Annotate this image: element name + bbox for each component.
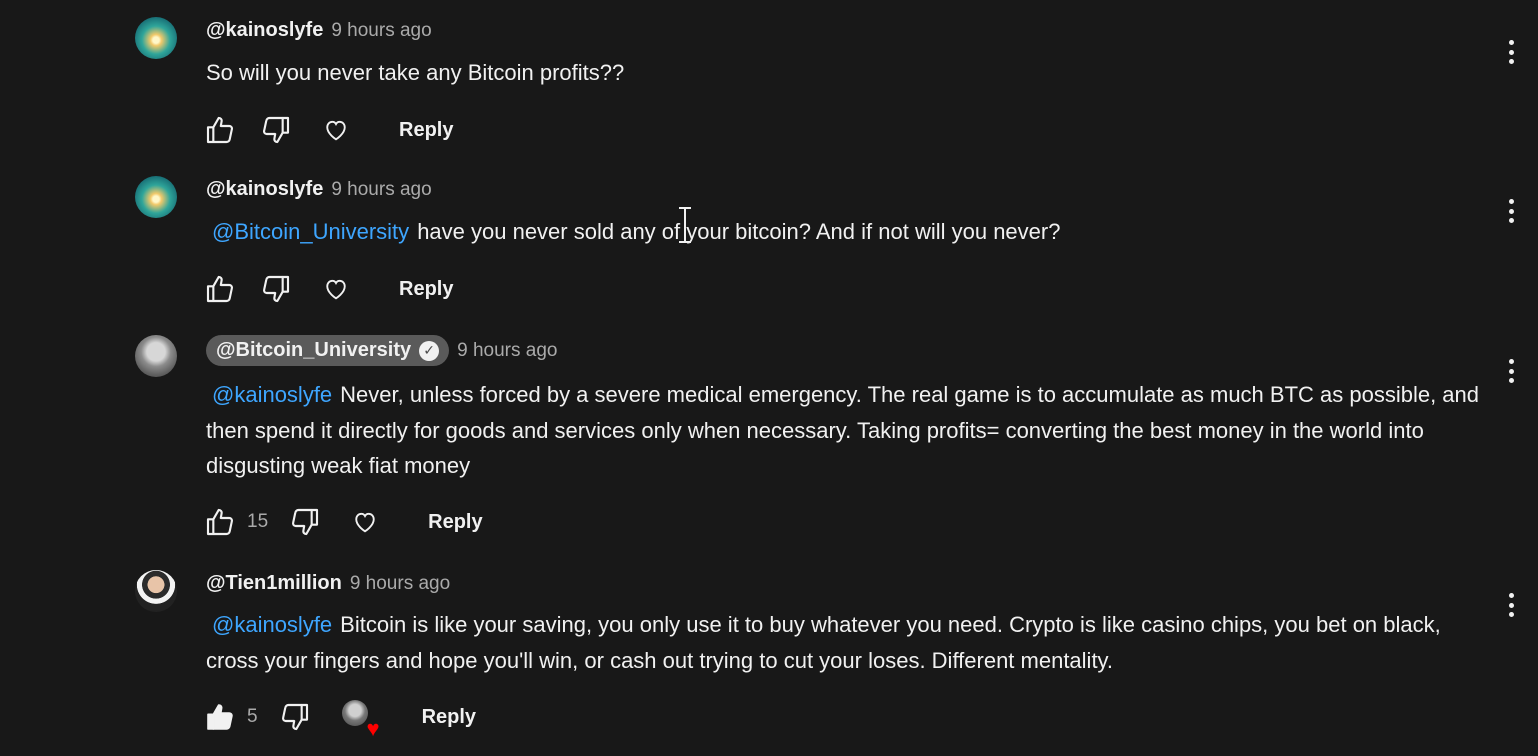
comment-header: @Tien1million 9 hours ago xyxy=(206,572,450,595)
heart-icon[interactable] xyxy=(319,272,353,306)
more-vert-icon[interactable] xyxy=(1500,589,1522,621)
thumbs-down-icon[interactable] xyxy=(259,113,293,147)
heart-icon[interactable] xyxy=(348,505,382,539)
reply-button[interactable]: Reply xyxy=(399,119,453,142)
thumbs-up-icon[interactable] xyxy=(203,272,237,306)
avatar[interactable] xyxy=(135,570,177,612)
comment-actions: 15 Reply xyxy=(203,504,483,540)
more-vert-icon[interactable] xyxy=(1500,36,1522,68)
comment-text: @Bitcoin_University have you never sold a… xyxy=(206,214,1486,250)
mention-link[interactable]: @Bitcoin_University xyxy=(212,219,409,244)
more-vert-icon[interactable] xyxy=(1500,355,1522,387)
thumbs-up-icon[interactable] xyxy=(203,113,237,147)
comment-body: have you never sold any of your bitcoin?… xyxy=(417,219,1061,244)
thumbs-up-icon[interactable] xyxy=(203,505,237,539)
avatar[interactable] xyxy=(135,335,177,377)
timestamp[interactable]: 9 hours ago xyxy=(350,573,450,595)
comment-body: So will you never take any Bitcoin profi… xyxy=(206,60,625,85)
like-count: 5 xyxy=(247,706,258,727)
timestamp[interactable]: 9 hours ago xyxy=(331,20,431,42)
thumbs-down-icon[interactable] xyxy=(288,505,322,539)
timestamp[interactable]: 9 hours ago xyxy=(331,179,431,201)
reply-button[interactable]: Reply xyxy=(422,706,476,729)
comment-body: Bitcoin is like your saving, you only us… xyxy=(206,612,1441,673)
verified-check-icon: ✓ xyxy=(419,340,440,361)
creator-heart-icon[interactable]: ♥ xyxy=(341,700,380,740)
avatar[interactable] xyxy=(135,17,177,59)
comment-header: @kainoslyfe 9 hours ago xyxy=(206,178,432,201)
mention-link[interactable]: @kainoslyfe xyxy=(212,612,332,637)
comment-header: @kainoslyfe 9 hours ago xyxy=(206,19,432,42)
heart-icon: ♥ xyxy=(366,716,380,741)
thumbs-down-icon[interactable] xyxy=(259,272,293,306)
like-count: 15 xyxy=(247,511,269,532)
text-cursor-icon xyxy=(676,206,694,244)
comment-actions: Reply xyxy=(203,271,453,307)
comment-actions: Reply xyxy=(203,112,453,148)
heart-icon[interactable] xyxy=(319,113,353,147)
author-name[interactable]: @kainoslyfe xyxy=(206,178,323,201)
comment-header: @Bitcoin_University ✓ 9 hours ago xyxy=(206,335,557,366)
comment-body: Never, unless forced by a severe medical… xyxy=(206,382,1480,478)
author-name[interactable]: @kainoslyfe xyxy=(206,19,323,42)
thumbs-down-icon[interactable] xyxy=(278,700,312,734)
author-badge[interactable]: @Bitcoin_University ✓ xyxy=(206,335,450,366)
comment-text: @kainoslyfe Never, unless forced by a sev… xyxy=(206,377,1486,484)
comment-actions: 5 ♥ Reply xyxy=(203,699,476,740)
avatar[interactable] xyxy=(135,176,177,218)
reply-button[interactable]: Reply xyxy=(399,278,453,301)
thumbs-up-icon[interactable] xyxy=(203,700,237,734)
timestamp[interactable]: 9 hours ago xyxy=(457,340,557,362)
creator-avatar xyxy=(341,700,368,726)
reply-button[interactable]: Reply xyxy=(428,511,482,534)
author-name: @Bitcoin_University xyxy=(216,339,412,361)
author-name[interactable]: @Tien1million xyxy=(206,572,342,595)
comment-text: @kainoslyfe Bitcoin is like your saving, … xyxy=(206,607,1486,678)
comment-text: So will you never take any Bitcoin profi… xyxy=(206,55,1486,91)
mention-link[interactable]: @kainoslyfe xyxy=(212,382,332,407)
more-vert-icon[interactable] xyxy=(1500,195,1522,227)
